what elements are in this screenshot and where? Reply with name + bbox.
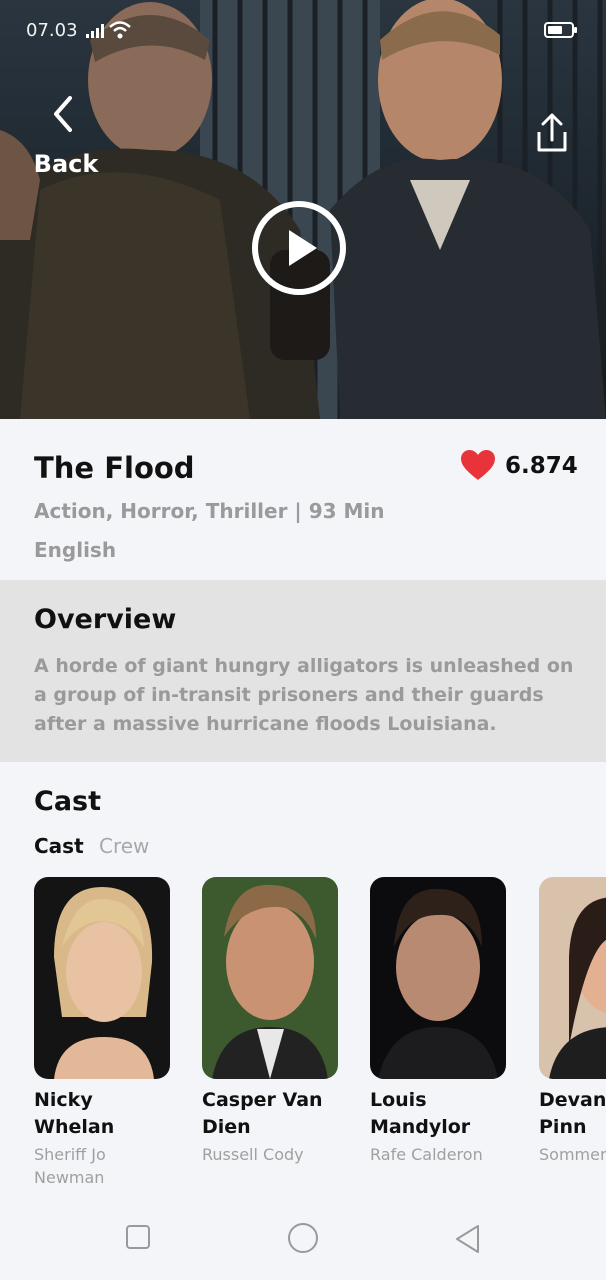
cast-photo [202, 877, 338, 1079]
heart-icon[interactable] [460, 449, 496, 481]
genres-runtime: Action, Horror, Thriller | 93 Min [34, 499, 385, 523]
cast-role: Sheriff Jo Newman [34, 1145, 106, 1187]
square-nav-icon[interactable] [125, 1224, 151, 1250]
back-label: Back [33, 150, 99, 178]
back-chevron-icon [54, 96, 72, 132]
cast-role: Russell Cody [202, 1145, 304, 1164]
battery-icon [544, 22, 577, 38]
share-icon[interactable] [534, 112, 570, 154]
cast-name: Louis Mandylor [370, 1089, 471, 1138]
cast-card[interactable]: Devanny Pinn Sommer Edward [539, 877, 606, 1166]
cast-role: Sommer Edward [539, 1145, 606, 1164]
cast-role: Rafe Calderon [370, 1145, 483, 1164]
rating-value: 6.874 [505, 453, 578, 479]
status-bar: 07.03 [0, 0, 606, 60]
cast-name: Casper Van Dien [202, 1089, 323, 1138]
movie-info: The Flood 6.874 Action, Horror, Thriller… [0, 419, 606, 580]
system-nav-bar [0, 1200, 606, 1280]
signal-icon [86, 24, 104, 38]
cast-heading: Cast [34, 786, 102, 817]
tab-crew[interactable]: Crew [99, 834, 149, 858]
circle-nav-icon[interactable] [287, 1222, 319, 1254]
status-time: 07.03 [26, 20, 78, 41]
movie-title: The Flood [34, 451, 195, 485]
cast-name: Devanny Pinn [539, 1089, 606, 1138]
overview-text: A horde of giant hungry alligators is un… [34, 655, 574, 735]
hero-backdrop: 07.03 Back [0, 0, 606, 419]
cast-card[interactable]: Casper Van Dien Russell Cody [202, 877, 338, 1166]
cast-photo [370, 877, 506, 1079]
cast-photo [34, 877, 170, 1079]
overview-section: Overview A horde of giant hungry alligat… [0, 580, 606, 762]
tab-cast[interactable]: Cast [34, 834, 84, 858]
cast-photo [539, 877, 606, 1079]
cast-card[interactable]: Louis Mandylor Rafe Calderon [370, 877, 506, 1166]
cast-name: Nicky Whelan [34, 1089, 115, 1138]
back-button[interactable]: Back [30, 94, 110, 184]
language: English [34, 538, 117, 562]
overview-heading: Overview [34, 604, 177, 635]
cast-section: Cast Cast Crew Nicky Whelan Sheriff Jo N… [0, 762, 606, 1200]
wifi-icon [109, 21, 131, 39]
triangle-back-nav-icon[interactable] [454, 1224, 482, 1254]
play-icon[interactable] [251, 200, 347, 296]
cast-card[interactable]: Nicky Whelan Sheriff Jo Newman [34, 877, 170, 1189]
